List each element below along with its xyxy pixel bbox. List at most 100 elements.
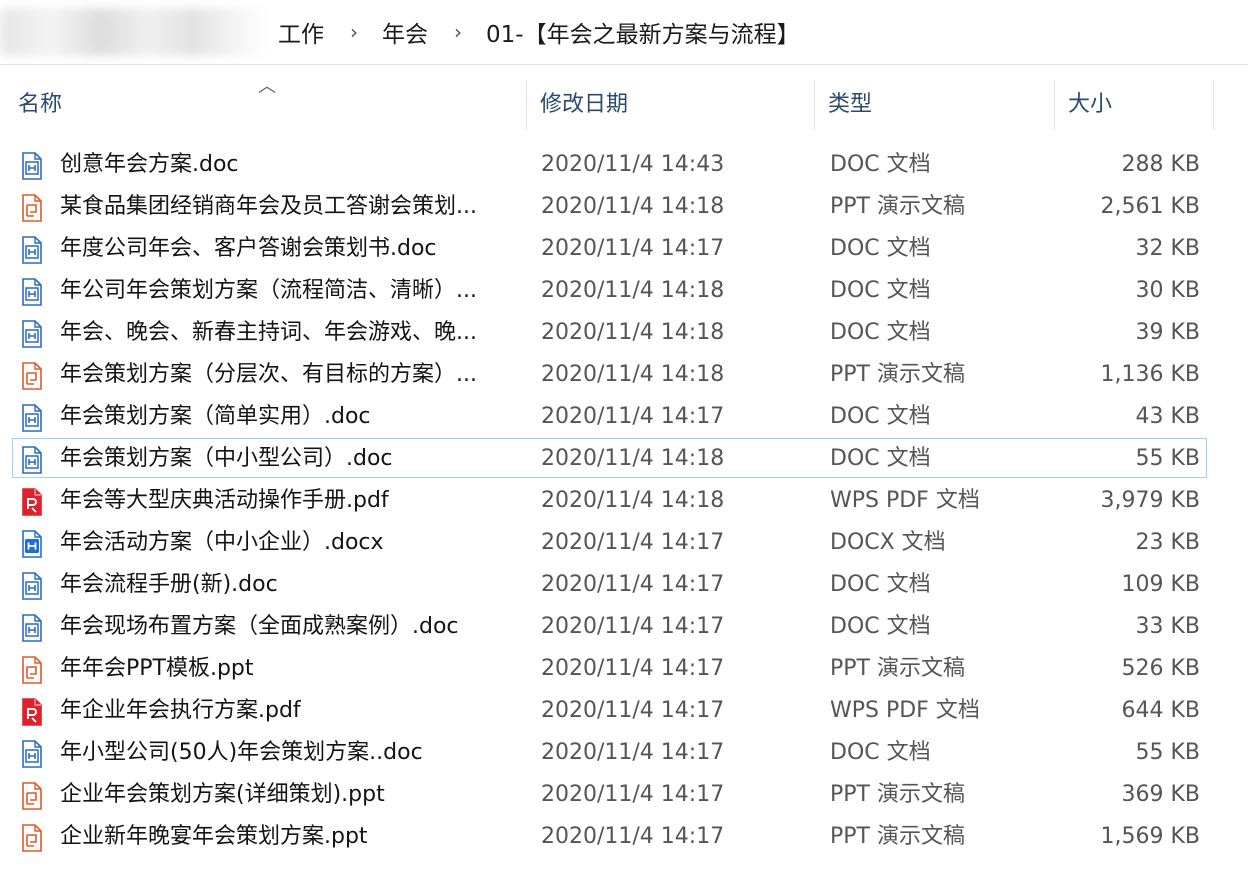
file-size: 109 KB bbox=[1121, 572, 1200, 597]
column-divider[interactable] bbox=[814, 80, 815, 130]
file-name: 年会现场布置方案（全面成熟案例）.doc bbox=[60, 614, 459, 639]
column-header: 名称 修改日期 类型 大小 bbox=[0, 80, 1248, 130]
file-modified: 2020/11/4 14:17 bbox=[541, 236, 725, 261]
file-size: 1,136 KB bbox=[1100, 362, 1201, 387]
file-row[interactable]: 年会现场布置方案（全面成熟案例）.doc 2020/11/4 14:17 DOC 文… bbox=[12, 606, 1207, 646]
file-row[interactable]: 年年会PPT模板.ppt 2020/11/4 14:17 PPT 演示文稿 526 K… bbox=[12, 648, 1207, 688]
ppt-icon bbox=[22, 362, 42, 390]
file-row[interactable]: 年会、晚会、新春主持词、年会游戏、晚... 2020/11/4 14:18 DOC … bbox=[12, 312, 1207, 352]
file-modified: 2020/11/4 14:17 bbox=[541, 656, 725, 681]
chevron-right-icon[interactable]: › bbox=[350, 20, 358, 44]
file-row[interactable]: 某食品集团经销商年会及员工答谢会策划... 2020/11/4 14:18 PPT … bbox=[12, 186, 1207, 226]
ppt-icon bbox=[22, 824, 42, 852]
pdf-icon bbox=[22, 488, 42, 516]
file-size: 23 KB bbox=[1135, 530, 1200, 555]
file-size: 3,979 KB bbox=[1100, 488, 1201, 513]
file-size: 43 KB bbox=[1135, 404, 1200, 429]
file-name: 企业年会策划方案(详细策划).ppt bbox=[60, 782, 385, 807]
doc-icon bbox=[22, 614, 42, 642]
file-row[interactable]: 企业年会策划方案(详细策划).ppt 2020/11/4 14:17 PPT 演示文… bbox=[12, 774, 1207, 814]
file-size: 288 KB bbox=[1121, 152, 1200, 177]
ppt-icon bbox=[22, 782, 42, 810]
file-modified: 2020/11/4 14:17 bbox=[541, 572, 725, 597]
breadcrumb: 工作 › 年会 › 01-【年会之最新方案与流程】 bbox=[276, 14, 802, 50]
file-row[interactable]: 年小型公司(50人)年会策划方案..doc 2020/11/4 14:17 DOC … bbox=[12, 732, 1207, 772]
chevron-right-icon[interactable]: › bbox=[454, 20, 462, 44]
column-divider[interactable] bbox=[1213, 80, 1214, 130]
file-row[interactable]: 创意年会方案.doc 2020/11/4 14:43 DOC 文档 288 KB bbox=[12, 144, 1207, 184]
file-size: 39 KB bbox=[1135, 320, 1200, 345]
file-size: 55 KB bbox=[1135, 446, 1200, 471]
file-row[interactable]: 年企业年会执行方案.pdf 2020/11/4 14:17 WPS PDF 文档 64… bbox=[12, 690, 1207, 730]
file-row[interactable]: 年公司年会策划方案（流程简洁、清晰）... 2020/11/4 14:18 DOC … bbox=[12, 270, 1207, 310]
file-size: 369 KB bbox=[1121, 782, 1200, 807]
file-name: 年公司年会策划方案（流程简洁、清晰）... bbox=[60, 278, 477, 303]
file-row[interactable]: 年会策划方案（简单实用）.doc 2020/11/4 14:17 DOC 文档 43 … bbox=[12, 396, 1207, 436]
file-modified: 2020/11/4 14:17 bbox=[541, 698, 725, 723]
file-size: 32 KB bbox=[1135, 236, 1200, 261]
file-modified: 2020/11/4 14:18 bbox=[541, 446, 725, 471]
ppt-icon bbox=[22, 656, 42, 684]
file-row[interactable]: 年会活动方案（中小企业）.docx 2020/11/4 14:17 DOCX 文档 2… bbox=[12, 522, 1207, 562]
file-name: 年会策划方案（中小型公司）.doc bbox=[60, 446, 393, 471]
file-row-selected[interactable]: 年会策划方案（中小型公司）.doc 2020/11/4 14:18 DOC 文档 55… bbox=[12, 438, 1207, 478]
file-modified: 2020/11/4 14:17 bbox=[541, 824, 725, 849]
file-size: 644 KB bbox=[1121, 698, 1200, 723]
file-modified: 2020/11/4 14:17 bbox=[541, 740, 725, 765]
column-header-name[interactable]: 名称 bbox=[18, 80, 62, 130]
doc-icon bbox=[22, 152, 42, 180]
file-size: 30 KB bbox=[1135, 278, 1200, 303]
file-size: 2,561 KB bbox=[1100, 194, 1201, 219]
file-modified: 2020/11/4 14:18 bbox=[541, 320, 725, 345]
column-divider[interactable] bbox=[1054, 80, 1055, 130]
column-divider[interactable] bbox=[526, 80, 527, 130]
doc-icon bbox=[22, 572, 42, 600]
file-modified: 2020/11/4 14:18 bbox=[541, 488, 725, 513]
file-name: 年年会PPT模板.ppt bbox=[60, 656, 254, 681]
file-name: 年会活动方案（中小企业）.docx bbox=[60, 530, 384, 555]
file-modified: 2020/11/4 14:18 bbox=[541, 362, 725, 387]
file-name: 年会策划方案（简单实用）.doc bbox=[60, 404, 371, 429]
file-size: 526 KB bbox=[1121, 656, 1200, 681]
file-name: 年会、晚会、新春主持词、年会游戏、晚... bbox=[60, 320, 477, 345]
breadcrumb-item-work[interactable]: 工作 bbox=[276, 15, 326, 49]
file-name: 企业新年晚宴年会策划方案.ppt bbox=[60, 824, 368, 849]
file-name: 某食品集团经销商年会及员工答谢会策划... bbox=[60, 194, 477, 219]
file-modified: 2020/11/4 14:43 bbox=[541, 152, 725, 177]
file-row[interactable]: 年会等大型庆典活动操作手册.pdf 2020/11/4 14:18 WPS PDF … bbox=[12, 480, 1207, 520]
docx-icon bbox=[22, 530, 42, 558]
doc-icon bbox=[22, 320, 42, 348]
ppt-icon bbox=[22, 194, 42, 222]
doc-icon bbox=[22, 740, 42, 768]
doc-icon bbox=[22, 404, 42, 432]
blurred-path-segment bbox=[0, 8, 268, 56]
address-bar[interactable]: 工作 › 年会 › 01-【年会之最新方案与流程】 bbox=[0, 0, 1248, 65]
doc-icon bbox=[22, 236, 42, 264]
file-row[interactable]: 年度公司年会、客户答谢会策划书.doc 2020/11/4 14:17 DOC 文档… bbox=[12, 228, 1207, 268]
file-modified: 2020/11/4 14:17 bbox=[541, 614, 725, 639]
file-name: 年会等大型庆典活动操作手册.pdf bbox=[60, 488, 389, 513]
file-modified: 2020/11/4 14:18 bbox=[541, 278, 725, 303]
file-modified: 2020/11/4 14:17 bbox=[541, 404, 725, 429]
file-name: 年企业年会执行方案.pdf bbox=[60, 698, 301, 723]
file-size: 1,569 KB bbox=[1100, 824, 1201, 849]
file-name: 年会策划方案（分层次、有目标的方案）... bbox=[60, 362, 477, 387]
doc-icon bbox=[22, 446, 42, 474]
column-header-modified[interactable]: 修改日期 bbox=[540, 80, 628, 130]
file-modified: 2020/11/4 14:17 bbox=[541, 782, 725, 807]
file-name: 年度公司年会、客户答谢会策划书.doc bbox=[60, 236, 437, 261]
file-name: 年小型公司(50人)年会策划方案..doc bbox=[60, 740, 423, 765]
doc-icon bbox=[22, 278, 42, 306]
column-header-type[interactable]: 类型 bbox=[828, 80, 872, 130]
file-modified: 2020/11/4 14:18 bbox=[541, 194, 725, 219]
column-header-size[interactable]: 大小 bbox=[1068, 80, 1112, 130]
pdf-icon bbox=[22, 698, 42, 726]
file-size: 55 KB bbox=[1135, 740, 1200, 765]
file-row[interactable]: 年会流程手册(新).doc 2020/11/4 14:17 DOC 文档 109 KB bbox=[12, 564, 1207, 604]
breadcrumb-item-current-folder[interactable]: 01-【年会之最新方案与流程】 bbox=[484, 15, 802, 49]
file-row[interactable]: 企业新年晚宴年会策划方案.ppt 2020/11/4 14:17 PPT 演示文稿 1… bbox=[12, 816, 1207, 856]
file-name: 年会流程手册(新).doc bbox=[60, 572, 278, 597]
file-size: 33 KB bbox=[1135, 614, 1200, 639]
breadcrumb-item-annual-meeting[interactable]: 年会 bbox=[380, 15, 430, 49]
file-row[interactable]: 年会策划方案（分层次、有目标的方案）... 2020/11/4 14:18 PPT … bbox=[12, 354, 1207, 394]
